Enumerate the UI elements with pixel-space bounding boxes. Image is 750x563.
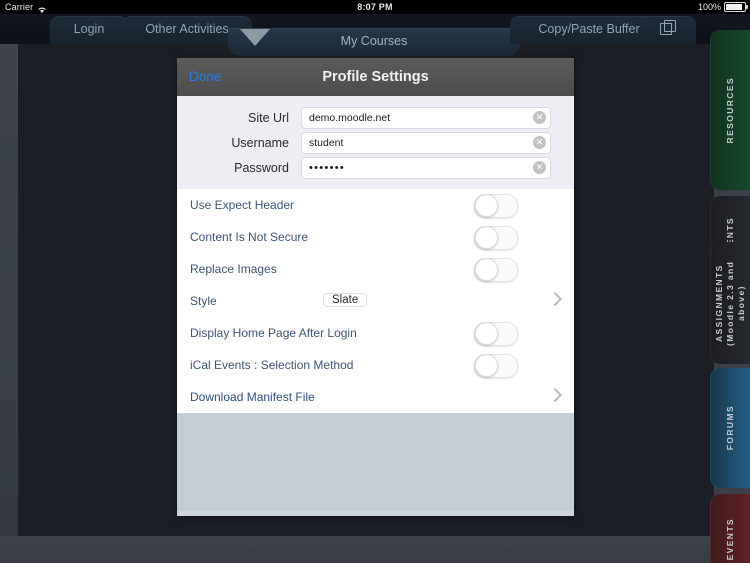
rail-tab-resources-label: RESOURCES: [724, 76, 735, 144]
triangle-down-icon[interactable]: [240, 29, 270, 46]
rail-tab-resources[interactable]: RESOURCES: [710, 30, 750, 190]
row-display-home-page-after-login-label: Display Home Page After Login: [190, 326, 357, 340]
settings-list: Use Expect Header Content Is Not Secure …: [177, 189, 574, 413]
rail-tab-assignments-23[interactable]: ASSIGNMENTS (Moodle 2.3 and above): [710, 242, 750, 364]
row-replace-images-label: Replace Images: [190, 262, 277, 276]
toggle-content-is-not-secure[interactable]: [474, 226, 518, 250]
clear-circle-icon[interactable]: ✕: [533, 135, 546, 149]
row-content-is-not-secure[interactable]: Content Is Not Secure: [177, 221, 574, 253]
username-label: Username: [231, 135, 289, 150]
clear-circle-icon[interactable]: ✕: [533, 160, 546, 174]
site-url-row: Site Url ✕: [177, 105, 574, 130]
row-download-manifest-file-label: Download Manifest File: [190, 390, 315, 404]
rail-tab-forums[interactable]: FORUMS: [710, 368, 750, 488]
battery-percent-label: 100%: [697, 2, 721, 12]
username-row: Username ✕: [177, 130, 574, 155]
status-bar-right: 100%: [697, 0, 748, 14]
style-select-wrap: Slate: [323, 290, 519, 312]
modal-empty-area: [177, 413, 574, 511]
chevron-right-icon[interactable]: [547, 291, 563, 307]
row-style[interactable]: Style Slate: [177, 285, 574, 317]
credentials-section: Site Url ✕ Username ✕ Password ✕: [177, 96, 574, 189]
row-style-label: Style: [190, 294, 217, 308]
password-label: Password: [234, 160, 289, 175]
profile-settings-modal: Profile Settings Done Site Url ✕ Usernam…: [177, 58, 574, 516]
row-use-expect-header-label: Use Expect Header: [190, 198, 295, 212]
row-ical-events-selection-method-label: iCal Events : Selection Method: [190, 358, 354, 372]
password-row: Password ✕: [177, 155, 574, 180]
row-replace-images[interactable]: Replace Images: [177, 253, 574, 285]
bottom-edge-strip: [0, 536, 750, 563]
toggle-ical-events-selection-method[interactable]: [474, 354, 518, 378]
password-field-wrap: ✕: [301, 156, 551, 179]
status-bar: Carrier 8:07 PM 100%: [0, 0, 750, 14]
rail-tab-events[interactable]: EVENTS: [710, 494, 750, 563]
rail-tab-forums-label: FORUMS: [724, 405, 735, 451]
row-download-manifest-file[interactable]: Download Manifest File: [177, 381, 574, 413]
page-title: Profile Settings: [322, 69, 429, 85]
row-ical-events-selection-method[interactable]: iCal Events : Selection Method: [177, 349, 574, 381]
tab-login[interactable]: Login: [50, 16, 128, 44]
row-display-home-page-after-login[interactable]: Display Home Page After Login: [177, 317, 574, 349]
toggle-use-expect-header[interactable]: [474, 194, 518, 218]
copy-buffer-button[interactable]: [640, 16, 696, 44]
username-input[interactable]: [301, 131, 551, 154]
chevron-right-icon[interactable]: [547, 387, 563, 403]
site-url-label: Site Url: [248, 110, 289, 125]
status-bar-clock: 8:07 PM: [357, 2, 393, 12]
done-button[interactable]: Done: [189, 58, 221, 96]
toggle-replace-images[interactable]: [474, 258, 518, 282]
screen: Carrier 8:07 PM 100% Login Other Activit…: [0, 0, 750, 563]
username-field-wrap: ✕: [301, 131, 551, 154]
clear-circle-icon[interactable]: ✕: [533, 110, 546, 124]
style-select[interactable]: Slate: [323, 293, 368, 307]
site-url-field-wrap: ✕: [301, 106, 551, 129]
copy-overlapping-squares-icon: [660, 20, 676, 36]
row-use-expect-header[interactable]: Use Expect Header: [177, 189, 574, 221]
battery-full-icon: [724, 2, 748, 12]
row-content-is-not-secure-label: Content Is Not Secure: [190, 230, 309, 244]
password-input[interactable]: [301, 156, 551, 179]
rail-tab-assignments-23-label: ASSIGNMENTS (Moodle 2.3 and above): [713, 260, 746, 346]
toggle-display-home-page-after-login[interactable]: [474, 322, 518, 346]
left-edge-strip: [0, 14, 18, 563]
app-tab-bar: Login Other Activities My Courses Copy/P…: [0, 14, 750, 56]
site-url-input[interactable]: [301, 106, 551, 129]
rail-tab-events-label: EVENTS: [724, 517, 735, 561]
tab-my-courses[interactable]: My Courses: [228, 28, 520, 56]
modal-header: Profile Settings Done: [177, 58, 574, 96]
